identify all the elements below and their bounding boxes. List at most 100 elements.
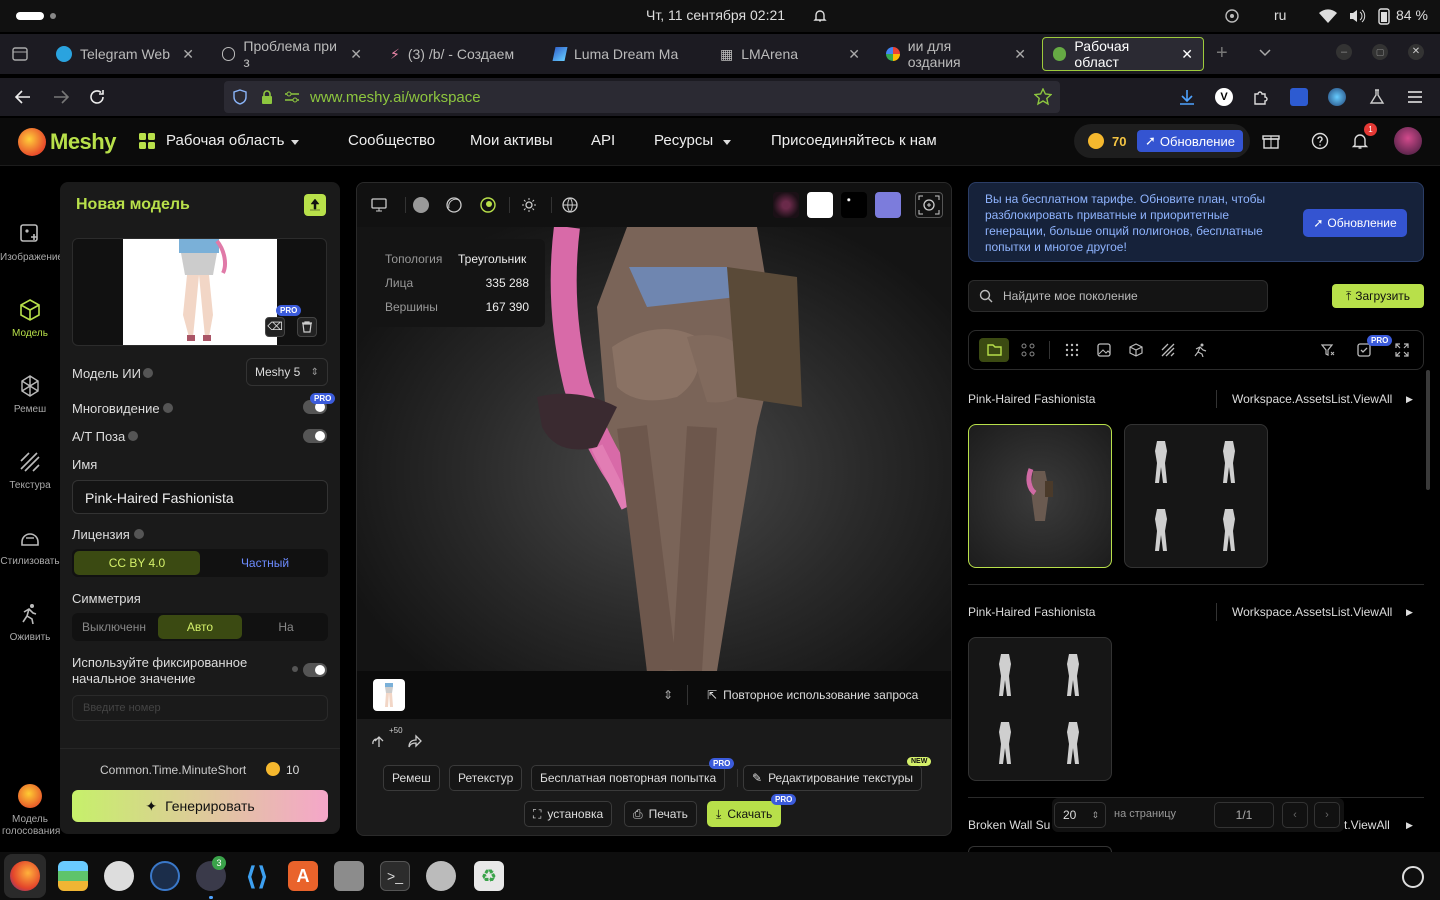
terminal-icon[interactable]: >_ xyxy=(380,861,410,891)
per-page-select[interactable]: 20 ⇕ xyxy=(1054,802,1106,828)
rail-texture[interactable]: Текстура xyxy=(0,450,60,491)
license-cc[interactable]: CC BY 4.0 xyxy=(74,551,200,575)
upgrade-button[interactable]: ➚ Обновление xyxy=(1137,130,1243,152)
base-color-map-thumb[interactable] xyxy=(773,192,799,218)
delete-image-button[interactable] xyxy=(297,317,317,337)
forward-icon[interactable] xyxy=(52,88,70,106)
nav-my-assets[interactable]: Мои активы xyxy=(470,132,553,149)
minimize-button[interactable]: – xyxy=(1336,44,1352,60)
asset-variant-thumb[interactable] xyxy=(975,644,1035,704)
nav-workspace[interactable]: Рабочая область xyxy=(166,132,284,149)
info-icon[interactable] xyxy=(163,403,173,413)
download-icon[interactable] xyxy=(1178,88,1196,106)
expand-updown-icon[interactable]: ⇕ xyxy=(663,688,673,702)
reload-icon[interactable] xyxy=(88,88,106,106)
asset-variant-thumb[interactable] xyxy=(1043,644,1103,704)
rail-image[interactable]: Изображение xyxy=(0,222,63,263)
search-input[interactable]: Найдите мое поколение xyxy=(968,280,1268,312)
avatar[interactable] xyxy=(1394,127,1422,155)
vpn-app-icon[interactable] xyxy=(150,861,180,891)
animation-filter-icon[interactable] xyxy=(1193,343,1207,357)
asset-card-multiview[interactable] xyxy=(968,637,1112,781)
normal-map-thumb[interactable] xyxy=(875,192,901,218)
texture-filter-icon[interactable] xyxy=(1161,343,1175,357)
info-icon[interactable] xyxy=(143,368,153,378)
white-map-thumb[interactable] xyxy=(807,192,833,218)
rail-vote[interactable]: Модель голосования xyxy=(0,784,60,838)
roughness-map-thumb[interactable] xyxy=(841,192,867,218)
clock[interactable]: Чт, 11 сентября 02:21 xyxy=(646,7,785,23)
layers-app-icon[interactable] xyxy=(58,861,88,891)
language-indicator[interactable]: ru xyxy=(1274,7,1286,23)
name-input[interactable]: Pink-Haired Fashionista xyxy=(72,480,328,514)
tab-telegram[interactable]: Telegram Web ✕ xyxy=(46,38,204,70)
image-filter-icon[interactable] xyxy=(1097,343,1111,357)
filter-folders[interactable] xyxy=(979,338,1009,362)
fullscreen-icon[interactable] xyxy=(1395,343,1409,357)
help-icon[interactable] xyxy=(1311,132,1329,150)
asset-card-selected[interactable] xyxy=(968,424,1112,568)
nav-resources[interactable]: Ресурсы xyxy=(654,132,713,149)
chevron-down-icon[interactable] xyxy=(1258,48,1272,58)
rail-model[interactable]: Модель xyxy=(0,298,60,339)
view-all-link[interactable]: st.ViewAll xyxy=(1338,818,1390,832)
firefox-icon[interactable] xyxy=(10,861,40,891)
workspace-indicator[interactable] xyxy=(16,12,44,20)
caret-down-icon[interactable] xyxy=(290,138,300,146)
flask-extension-icon[interactable] xyxy=(1368,88,1386,106)
eraser-button[interactable]: ⌫ xyxy=(265,317,285,337)
download-button[interactable]: ⤓ Скачать xyxy=(707,801,782,827)
seed-toggle[interactable] xyxy=(303,663,327,677)
window-close-button[interactable]: ✕ xyxy=(1408,44,1424,60)
symmetry-off[interactable]: Выключенн xyxy=(72,613,156,641)
asset-variant-thumb[interactable] xyxy=(1131,499,1191,559)
wifi-icon[interactable] xyxy=(1318,8,1338,24)
view-all-link[interactable]: Workspace.AssetsList.ViewAll xyxy=(1232,605,1392,619)
grid-view-icon[interactable] xyxy=(1021,343,1035,357)
asset-variant-thumb[interactable] xyxy=(1199,499,1259,559)
tab-meshy[interactable]: Рабочая област ✕ xyxy=(1042,37,1204,71)
ublock-icon[interactable] xyxy=(1290,88,1308,106)
symmetry-on[interactable]: На xyxy=(244,613,328,641)
asset-variant-thumb[interactable] xyxy=(1131,431,1191,491)
menu-icon[interactable] xyxy=(1406,89,1424,105)
close-icon[interactable]: ✕ xyxy=(182,46,194,63)
rail-animate[interactable]: Оживить xyxy=(0,602,60,643)
permissions-icon[interactable] xyxy=(284,90,300,104)
light-icon[interactable] xyxy=(521,197,537,213)
caret-right-icon[interactable]: ▶ xyxy=(1406,394,1413,405)
accessibility-icon[interactable] xyxy=(1224,8,1240,24)
asset-variant-thumb[interactable] xyxy=(1043,712,1103,772)
workspace-dot[interactable] xyxy=(50,13,56,19)
tab-lmarena[interactable]: ▦ LMArena ✕ xyxy=(710,38,870,70)
symmetry-auto[interactable]: Авто xyxy=(158,615,242,639)
license-private[interactable]: Частный xyxy=(202,549,328,577)
texture-edit-button[interactable]: ✎ Редактирование текстуры xyxy=(743,765,923,791)
ai-model-select[interactable]: Meshy 5 ⇕ xyxy=(246,358,328,386)
close-icon[interactable]: ✕ xyxy=(848,46,860,63)
volume-icon[interactable] xyxy=(1348,8,1366,24)
close-icon[interactable]: ✕ xyxy=(350,46,362,63)
gift-icon[interactable] xyxy=(1262,132,1280,150)
atpose-toggle[interactable] xyxy=(303,429,327,443)
close-icon[interactable]: ✕ xyxy=(1014,46,1026,63)
bookmark-star-icon[interactable] xyxy=(1034,88,1052,106)
rig-button[interactable]: ⛶ установка xyxy=(524,801,613,827)
settings-icon[interactable] xyxy=(426,861,456,891)
share-icon[interactable] xyxy=(407,733,423,749)
vscode-icon[interactable]: ⟨⟩ xyxy=(242,861,272,891)
extensions-icon[interactable] xyxy=(1252,88,1270,106)
reference-image[interactable] xyxy=(123,239,277,345)
nav-join-us[interactable]: Присоединяйтесь к нам xyxy=(771,132,937,149)
asset-variant-thumb[interactable] xyxy=(1199,431,1259,491)
translate-extension-icon[interactable] xyxy=(1328,88,1346,106)
caret-right-icon[interactable]: ▶ xyxy=(1406,820,1413,831)
aperture-icon[interactable] xyxy=(104,861,134,891)
nav-community[interactable]: Сообщество xyxy=(348,132,435,149)
files-icon[interactable] xyxy=(334,861,364,891)
battery-icon[interactable] xyxy=(1378,7,1390,25)
print-button[interactable]: ⎙ Печать xyxy=(624,801,697,827)
free-retry-button[interactable]: Бесплатная повторная попытка xyxy=(531,765,726,791)
shield-icon[interactable] xyxy=(232,89,248,105)
caret-right-icon[interactable]: ▶ xyxy=(1406,607,1413,618)
